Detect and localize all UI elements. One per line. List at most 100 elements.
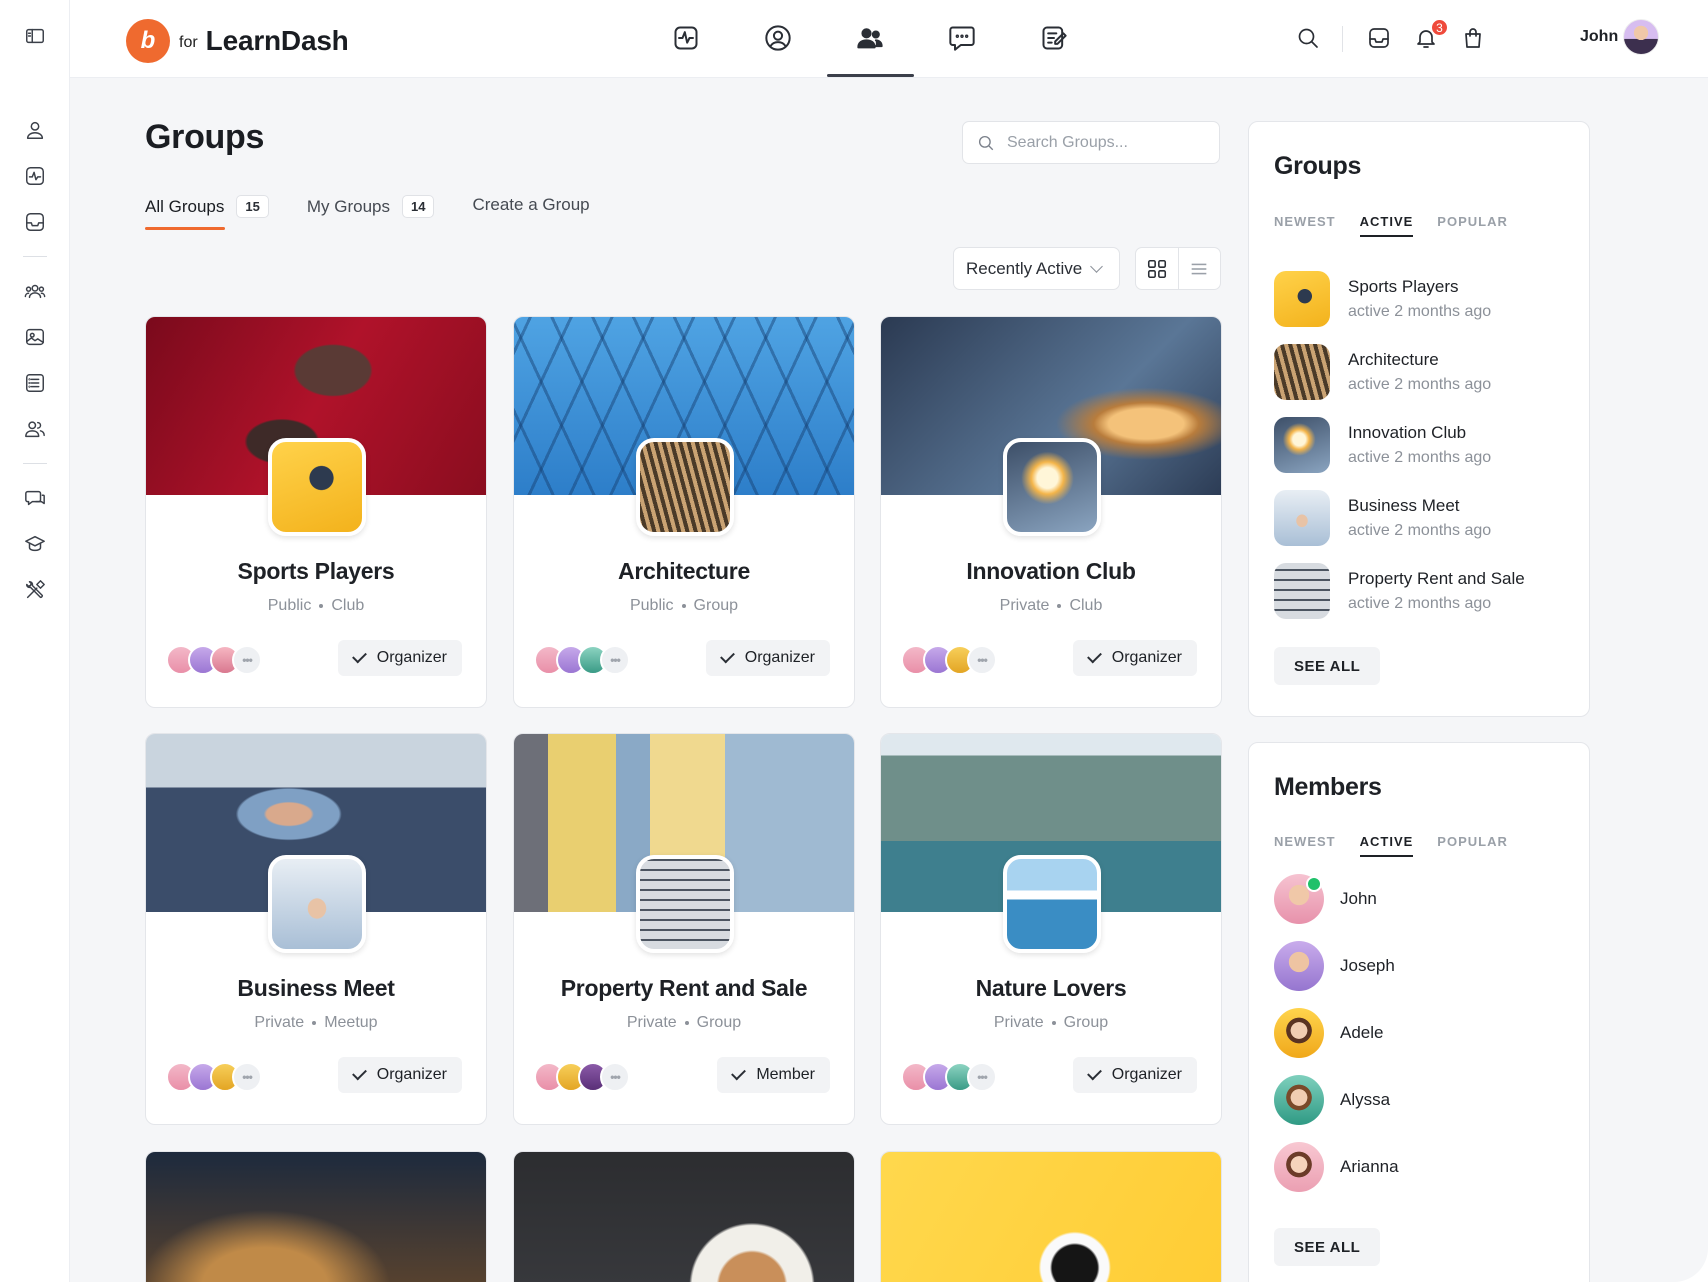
forums-icon[interactable] <box>1038 22 1070 54</box>
header-user-name[interactable]: John <box>1580 28 1618 46</box>
organizer-button[interactable]: Organizer <box>1072 1057 1197 1093</box>
courses-icon[interactable] <box>22 531 48 557</box>
group-title[interactable]: Nature Lovers <box>881 975 1221 1002</box>
profile-icon[interactable] <box>22 117 48 143</box>
tab-newest[interactable]: NEWEST <box>1274 214 1336 237</box>
tab-active[interactable]: ACTIVE <box>1359 214 1414 237</box>
more-members-icon: ••• <box>967 1062 997 1092</box>
forums-list-icon[interactable] <box>22 370 48 396</box>
search-groups-input[interactable] <box>1005 132 1209 153</box>
member-avatars[interactable]: ••• <box>166 645 262 675</box>
tab-active[interactable]: ACTIVE <box>1359 834 1414 857</box>
group-title[interactable]: Sports Players <box>146 558 486 585</box>
tab-create-group[interactable]: Create a Group <box>472 195 589 227</box>
widget-title: Groups <box>1274 152 1362 180</box>
member-avatars[interactable]: ••• <box>901 1062 997 1092</box>
tools-icon[interactable] <box>22 577 48 603</box>
group-name: Architecture <box>1348 350 1439 369</box>
inbox-icon[interactable] <box>1366 25 1392 51</box>
group-type: Club <box>1069 597 1103 614</box>
widget-group-item[interactable]: Architecture active 2 months ago <box>1274 344 1491 400</box>
list-view-button[interactable] <box>1179 248 1221 289</box>
more-members-icon: ••• <box>600 1062 630 1092</box>
inbox-icon[interactable] <box>22 209 48 235</box>
tab-label: My Groups <box>306 196 390 216</box>
tab-newest[interactable]: NEWEST <box>1274 834 1336 857</box>
meta-separator <box>312 1020 317 1025</box>
organizer-button[interactable]: Organizer <box>1072 640 1197 676</box>
more-members-icon: ••• <box>967 645 997 675</box>
tab-my-groups[interactable]: My Groups 14 <box>307 195 435 230</box>
sidebar-divider <box>23 463 47 464</box>
group-meta: Private Meetup <box>146 1014 486 1032</box>
check-icon <box>731 1065 747 1081</box>
cart-bag-icon[interactable] <box>1460 25 1486 51</box>
widget-group-item[interactable]: Sports Players active 2 months ago <box>1274 271 1491 327</box>
grid-view-button[interactable] <box>1136 248 1179 289</box>
logo-badge: b <box>126 19 170 63</box>
group-card[interactable]: Business Meet Private Meetup ••• Organize… <box>145 733 487 1125</box>
widget-group-item[interactable]: Property Rent and Sale active 2 months ag… <box>1274 563 1525 619</box>
tab-popular[interactable]: POPULAR <box>1437 834 1508 857</box>
group-card[interactable] <box>145 1151 487 1282</box>
group-privacy: Private <box>999 597 1050 614</box>
group-type: Meetup <box>324 1014 378 1031</box>
group-card[interactable] <box>513 1151 855 1282</box>
member-button[interactable]: Member <box>717 1057 830 1093</box>
group-card[interactable]: Property Rent and Sale Private Group ••• … <box>513 733 855 1125</box>
see-all-members-button[interactable]: SEE ALL <box>1274 1228 1381 1266</box>
see-all-groups-button[interactable]: SEE ALL <box>1274 647 1381 685</box>
group-card[interactable]: Innovation Club Private Club ••• Organize… <box>880 316 1222 708</box>
member-avatars[interactable]: ••• <box>901 645 997 675</box>
member-item[interactable]: Joseph <box>1274 941 1395 991</box>
tab-all-groups[interactable]: All Groups 15 <box>145 195 269 230</box>
member-item[interactable]: Alyssa <box>1274 1075 1390 1125</box>
activity-icon[interactable] <box>670 22 702 54</box>
group-title[interactable]: Business Meet <box>146 975 486 1002</box>
messages-icon[interactable] <box>22 485 48 511</box>
activity-icon[interactable] <box>22 163 48 189</box>
members-icon[interactable] <box>22 416 48 442</box>
group-card[interactable]: Sports Players Public Club ••• Organizer <box>145 316 487 708</box>
search-icon[interactable] <box>1295 25 1321 51</box>
group-title[interactable]: Architecture <box>514 558 854 585</box>
member-avatars[interactable]: ••• <box>166 1062 262 1092</box>
header-user-avatar[interactable] <box>1623 19 1659 55</box>
group-title[interactable]: Innovation Club <box>881 558 1221 585</box>
messages-icon[interactable] <box>946 22 978 54</box>
search-groups-box[interactable] <box>962 121 1220 164</box>
app-logo[interactable]: b for LearnDash <box>126 19 349 63</box>
group-card[interactable]: Architecture Public Group ••• Organizer <box>513 316 855 708</box>
list-icon <box>1191 263 1207 274</box>
widget-group-item[interactable]: Business Meet active 2 months ago <box>1274 490 1491 546</box>
tab-count-badge: 14 <box>401 195 435 218</box>
app-frame: b for LearnDash 3 John Groups Search Gro… <box>0 0 1708 1282</box>
organizer-button[interactable]: Organizer <box>337 1057 462 1093</box>
meta-separator <box>1051 1020 1056 1025</box>
organizer-button[interactable]: Organizer <box>705 640 830 676</box>
group-card[interactable] <box>880 1151 1222 1282</box>
tab-popular[interactable]: POPULAR <box>1437 214 1508 237</box>
group-avatar <box>1003 855 1101 953</box>
sort-order-select[interactable]: Recently Active <box>953 247 1120 290</box>
group-card[interactable]: Nature Lovers Private Group ••• Organizer <box>880 733 1222 1125</box>
tab-label: All Groups <box>145 196 225 216</box>
groups-tabs: All Groups 15 My Groups 14 Create a Grou… <box>145 195 628 230</box>
member-item[interactable]: John <box>1274 874 1377 924</box>
widget-group-item[interactable]: Innovation Club active 2 months ago <box>1274 417 1491 473</box>
member-item[interactable]: Arianna <box>1274 1142 1399 1192</box>
photos-icon[interactable] <box>22 324 48 350</box>
groups-icon[interactable] <box>22 278 48 304</box>
groups-icon[interactable] <box>854 22 886 54</box>
organizer-button[interactable]: Organizer <box>337 640 462 676</box>
member-item[interactable]: Adele <box>1274 1008 1383 1058</box>
group-type: Club <box>331 597 365 614</box>
groups-widget-tabs: NEWEST ACTIVE POPULAR <box>1274 214 1532 237</box>
more-members-icon: ••• <box>232 645 262 675</box>
member-avatars[interactable]: ••• <box>534 1062 630 1092</box>
cover-image <box>514 1152 854 1282</box>
group-title[interactable]: Property Rent and Sale <box>514 975 854 1002</box>
member-avatars[interactable]: ••• <box>534 645 630 675</box>
panel-toggle-icon[interactable] <box>22 23 48 49</box>
profile-icon[interactable] <box>762 22 794 54</box>
